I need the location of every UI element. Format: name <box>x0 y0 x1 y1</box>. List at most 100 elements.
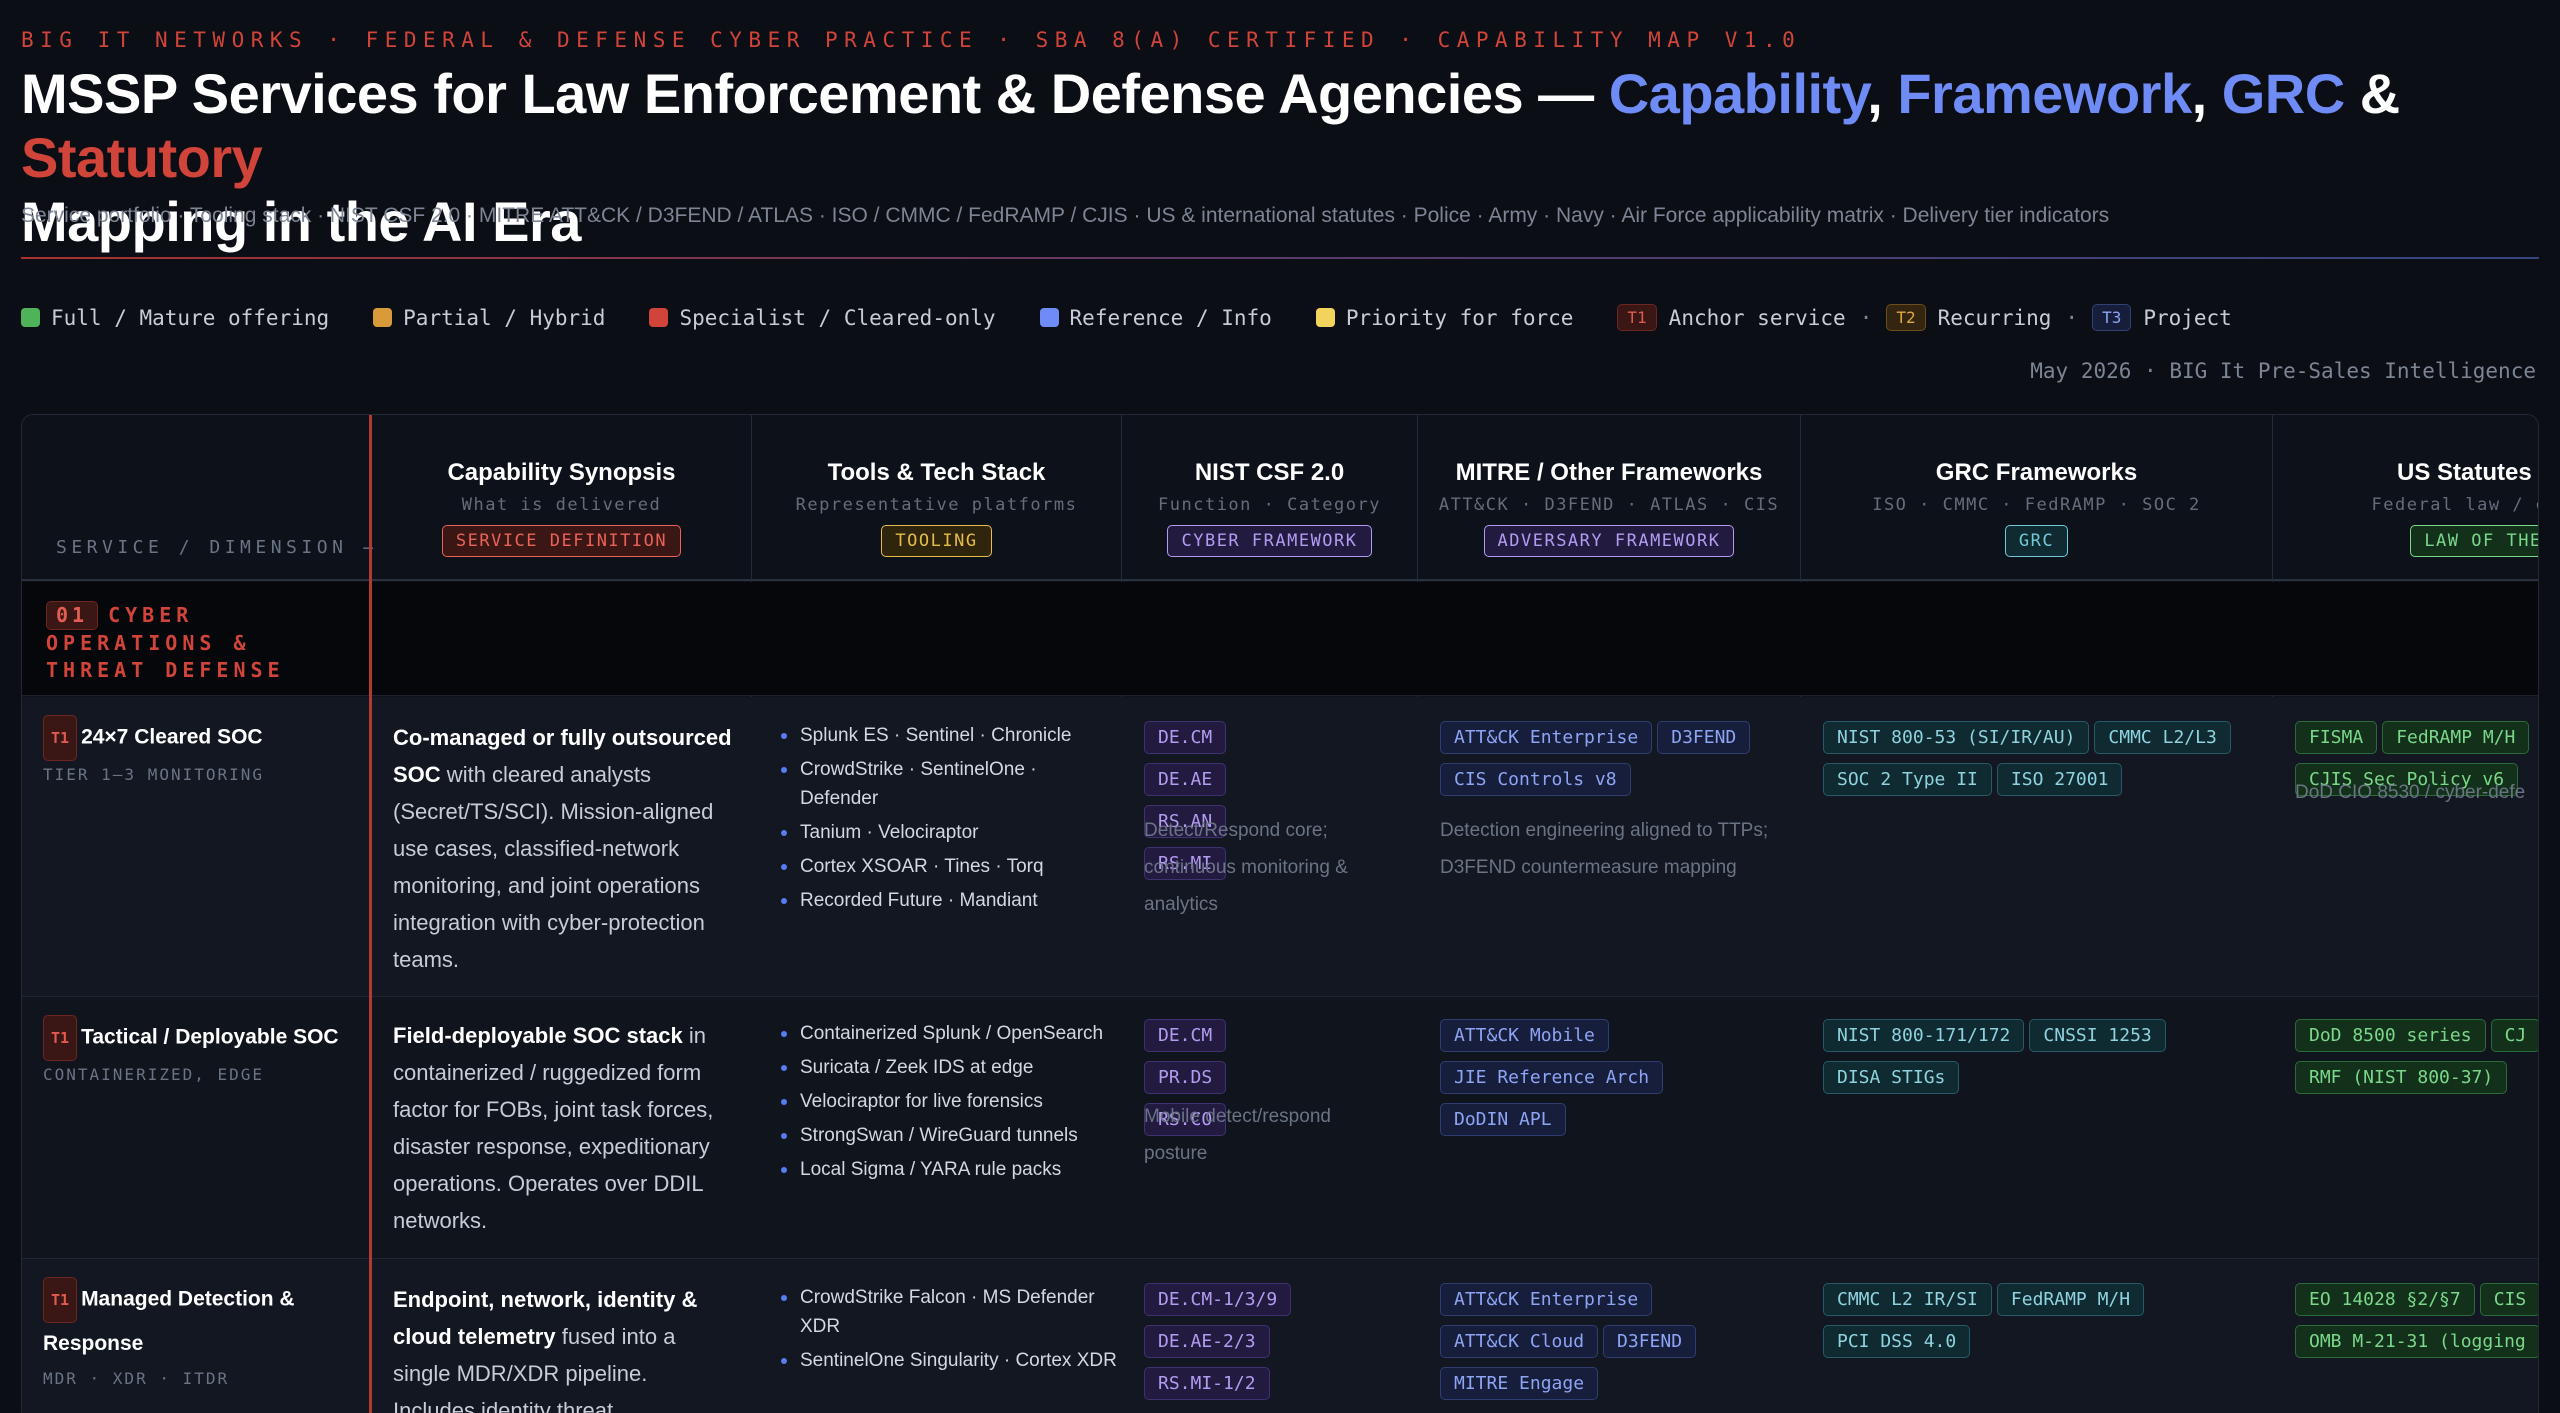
legend-item: Full / Mature offering <box>21 306 329 330</box>
legend-swatch <box>649 308 669 327</box>
tool-item: Containerized Splunk / OpenSearch <box>779 1019 1119 1048</box>
column-subtitle: ISO · CMMC · FedRAMP · SOC 2 <box>1872 495 2201 515</box>
tool-item: StrongSwan / WireGuard tunnels <box>779 1121 1119 1150</box>
service-cell: T1 Managed Detection & Response MDR · XDR… <box>43 1277 343 1388</box>
statute-chips: DoD 8500 series CJ RMF (NIST 800-37) <box>2295 1019 2538 1094</box>
table-row[interactable]: T1 Managed Detection & Response MDR · XDR… <box>22 1259 2538 1413</box>
column-header-tools: Tools & Tech Stack Representative platfo… <box>752 459 1121 557</box>
legend-sep: · <box>2065 305 2079 330</box>
capability-synopsis: Field-deployable SOC stack in containeri… <box>393 1023 714 1233</box>
table-row[interactable]: T1 Tactical / Deployable SOC CONTAINERIZE… <box>22 997 2538 1259</box>
framework-chip: DE.AE <box>1144 763 1227 796</box>
statute-chip: RMF (NIST 800-37) <box>2295 1061 2508 1094</box>
legend-swatch <box>1039 308 1059 327</box>
legend-swatch <box>1315 308 1335 327</box>
statute-chip: CJ <box>2490 1019 2538 1052</box>
title-sep: , <box>2191 62 2208 125</box>
service-dimension-header: SERVICE / DIMENSION → <box>56 537 379 558</box>
section-label: 01 CYBER OPERATIONS & THREAT DEFENSE <box>46 601 306 684</box>
tier-badge: T1 <box>1617 304 1657 331</box>
grc-chips: CMMC L2 IR/SI FedRAMP M/H PCI DSS 4.0 <box>1823 1283 2243 1358</box>
statute-chip: OMB M-21-31 (logging <box>2295 1325 2538 1358</box>
column-title: MITRE / Other Frameworks <box>1455 459 1763 486</box>
legend-item: Partial / Hybrid <box>373 306 605 330</box>
grc-chip: DISA STIGs <box>1823 1061 1960 1094</box>
grc-chip: CNSSI 1253 <box>2029 1019 2166 1052</box>
grc-chip: PCI DSS 4.0 <box>1823 1325 1971 1358</box>
statute-chip: EO 14028 §2/§7 <box>2295 1283 2475 1316</box>
service-subtitle: TIER 1–3 MONITORING <box>43 765 265 784</box>
divider <box>21 257 2539 259</box>
framework-chip: ATT&CK Enterprise <box>1440 1283 1653 1316</box>
tool-item: Velociraptor for live forensics <box>779 1087 1119 1116</box>
title-word-statutory: Statutory <box>21 126 263 189</box>
title-word-framework: Framework <box>1897 62 2192 125</box>
nist-note: Mobile detect/respond posture <box>1144 1106 1331 1164</box>
service-subtitle: MDR · XDR · ITDR <box>43 1369 230 1388</box>
dateline: May 2026 · BIG It Pre-Sales Intelligence <box>2030 359 2536 383</box>
legend-label: Recurring <box>1937 305 2052 330</box>
framework-chip: DE.AE-2/3 <box>1144 1325 1270 1358</box>
column-badge: CYBER FRAMEWORK <box>1167 525 1372 557</box>
legend-swatch <box>373 308 393 327</box>
tool-item: Splunk ES · Sentinel · Chronicle <box>779 721 1119 750</box>
column-header-mitre: MITRE / Other Frameworks ATT&CK · D3FEND… <box>1418 459 1800 557</box>
legend-tier: T2 Recurring <box>1886 304 2051 331</box>
capability-table: SERVICE / DIMENSION → Capability Synopsi… <box>21 414 2539 1413</box>
section-number: 01 <box>46 601 99 630</box>
framework-chip: D3FEND <box>1657 721 1751 754</box>
column-title: GRC Frameworks <box>1935 459 2138 486</box>
legend-item: Specialist / Cleared-only <box>649 306 996 330</box>
capability-synopsis: Endpoint, network, identity & cloud tele… <box>393 1287 698 1413</box>
column-subtitle: Representative platforms <box>795 495 1078 515</box>
mitre-chips: ATT&CK Mobile JIE Reference Arch DoDIN A… <box>1440 1019 1680 1136</box>
column-title: US Statutes & I <box>2396 459 2538 486</box>
column-title: NIST CSF 2.0 <box>1194 459 1345 486</box>
title-main: MSSP Services for Law Enforcement & Defe… <box>21 62 1594 125</box>
accent-bar <box>369 415 372 1413</box>
legend-label: Reference / Info <box>1069 305 1272 330</box>
framework-chip: MITRE Engage <box>1440 1367 1599 1400</box>
tools-list: Splunk ES · Sentinel · Chronicle CrowdSt… <box>779 721 1119 920</box>
service-cell: T1 Tactical / Deployable SOC CONTAINERIZE… <box>43 1015 353 1084</box>
legend-swatch <box>21 308 40 327</box>
tool-item: Suricata / Zeek IDS at edge <box>779 1053 1119 1082</box>
legend-item: Reference / Info <box>1039 305 1272 330</box>
nist-chips: DE.CM-1/3/9 DE.AE-2/3 RS.MI-1/2 <box>1144 1283 1304 1400</box>
legend-label: Anchor service <box>1668 305 1846 330</box>
tool-item: Local Sigma / YARA rule packs <box>779 1155 1119 1184</box>
legend-label: Project <box>2143 305 2232 330</box>
legend-item: Priority for force <box>1315 306 1573 330</box>
statute-chips: EO 14028 §2/§7 CIS OMB M-21-31 (logging <box>2295 1283 2538 1358</box>
legend-sep: · <box>1859 305 1873 330</box>
column-subtitle: Function · Category <box>1158 495 1381 515</box>
legend: Full / Mature offering Partial / Hybrid … <box>21 304 2232 331</box>
grc-chip: CMMC L2/L3 <box>2094 721 2231 754</box>
tier-badge: T1 <box>43 1015 78 1061</box>
column-subtitle: ATT&CK · D3FEND · ATLAS · CIS <box>1438 495 1780 515</box>
framework-chip: D3FEND <box>1603 1325 1697 1358</box>
mitre-chips: ATT&CK Enterprise D3FEND CIS Controls v8 <box>1440 721 1780 796</box>
framework-chip: DE.CM <box>1144 1019 1227 1052</box>
grc-chip: SOC 2 Type II <box>1823 763 1992 796</box>
title-amp: & <box>2359 62 2400 125</box>
legend-label: Full / Mature offering <box>51 305 330 330</box>
statute-chip: CIS <box>2479 1283 2538 1316</box>
table-row[interactable]: T1 24×7 Cleared SOC TIER 1–3 MONITORING C… <box>22 697 2538 997</box>
tools-list: CrowdStrike Falcon · MS Defender XDR Sen… <box>779 1283 1119 1380</box>
title-word-grc: GRC <box>2221 62 2345 125</box>
tier-badge: T1 <box>43 715 78 761</box>
mitre-chips: ATT&CK Enterprise ATT&CK Cloud D3FEND MI… <box>1440 1283 1740 1400</box>
service-name: Tactical / Deployable SOC <box>81 1025 339 1049</box>
legend-tier: T1 Anchor service <box>1617 304 1846 331</box>
grc-chips: NIST 800-171/172 CNSSI 1253 DISA STIGs <box>1823 1019 2243 1094</box>
title-word-capability: Capability <box>1608 62 1868 125</box>
grc-chips: NIST 800-53 (SI/IR/AU) CMMC L2/L3 SOC 2 … <box>1823 721 2243 796</box>
framework-chip: ATT&CK Cloud <box>1440 1325 1599 1358</box>
tool-item: Recorded Future · Mandiant <box>779 886 1119 915</box>
subtitle: Service portfolio · Tooling stack · NIST… <box>21 204 2110 227</box>
column-title: Tools & Tech Stack <box>827 459 1046 486</box>
service-subtitle: CONTAINERIZED, EDGE <box>43 1065 265 1084</box>
framework-chip: ATT&CK Enterprise <box>1440 721 1653 754</box>
service-name: Managed Detection & Response <box>43 1287 295 1355</box>
